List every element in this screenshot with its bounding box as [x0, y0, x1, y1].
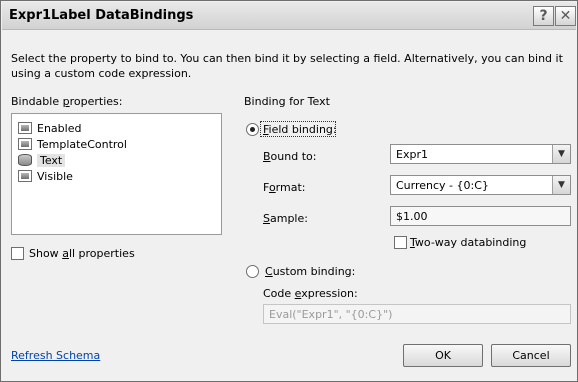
binding-header: Binding for Text [244, 95, 330, 108]
help-button[interactable]: ? [533, 6, 554, 26]
close-button[interactable]: ✕ [555, 6, 576, 26]
description-text: Select the property to bind to. You can … [11, 52, 563, 80]
chevron-down-icon[interactable]: ▼ [552, 145, 570, 163]
refresh-schema-link[interactable]: Refresh Schema [11, 349, 100, 362]
sample-field: $1.00 [390, 206, 571, 226]
chevron-down-icon[interactable]: ▼ [552, 176, 570, 194]
show-all-properties-checkbox[interactable] [11, 247, 24, 260]
bound-to-dropdown[interactable]: Expr1 ▼ [390, 144, 571, 164]
ok-button[interactable]: OK [403, 344, 483, 367]
show-all-properties-label[interactable]: Show all properties [29, 247, 135, 260]
code-expression-input: Eval("Expr1", "{0:C}") [263, 304, 571, 324]
custom-binding-label[interactable]: Custom binding: [265, 265, 355, 278]
field-binding-label[interactable]: Field binding: [263, 123, 337, 136]
field-binding-radio[interactable] [246, 123, 259, 136]
databindings-dialog: Expr1Label DataBindings ? ✕ Select the p… [0, 0, 578, 382]
code-expression-label: Code expression: [263, 287, 358, 300]
list-item-visible[interactable]: Visible [18, 168, 73, 184]
list-item-text[interactable]: Text [18, 152, 66, 168]
sample-label: Sample: [263, 212, 308, 225]
help-icon: ? [539, 8, 548, 24]
format-label: Format: [263, 181, 306, 194]
window-title: Expr1Label DataBindings [9, 8, 194, 23]
title-bar[interactable]: Expr1Label DataBindings ? ✕ [2, 2, 576, 30]
two-way-databinding-checkbox[interactable] [394, 236, 407, 249]
cancel-button[interactable]: Cancel [491, 344, 571, 367]
list-item-templatecontrol[interactable]: TemplateControl [18, 136, 127, 152]
custom-binding-radio[interactable] [246, 265, 259, 278]
bound-to-label: Bound to: [263, 150, 317, 163]
property-icon [18, 138, 32, 150]
property-icon [18, 170, 32, 182]
property-icon [18, 122, 32, 134]
close-icon: ✕ [559, 8, 572, 24]
two-way-databinding-label[interactable]: Two-way databinding [410, 236, 526, 249]
bindable-properties-label: Bindable properties: [11, 95, 123, 108]
bindable-properties-list[interactable]: Enabled TemplateControl Text Visible [11, 113, 222, 235]
database-icon [18, 154, 32, 166]
format-dropdown[interactable]: Currency - {0:C} ▼ [390, 175, 571, 195]
list-item-enabled[interactable]: Enabled [18, 120, 81, 136]
